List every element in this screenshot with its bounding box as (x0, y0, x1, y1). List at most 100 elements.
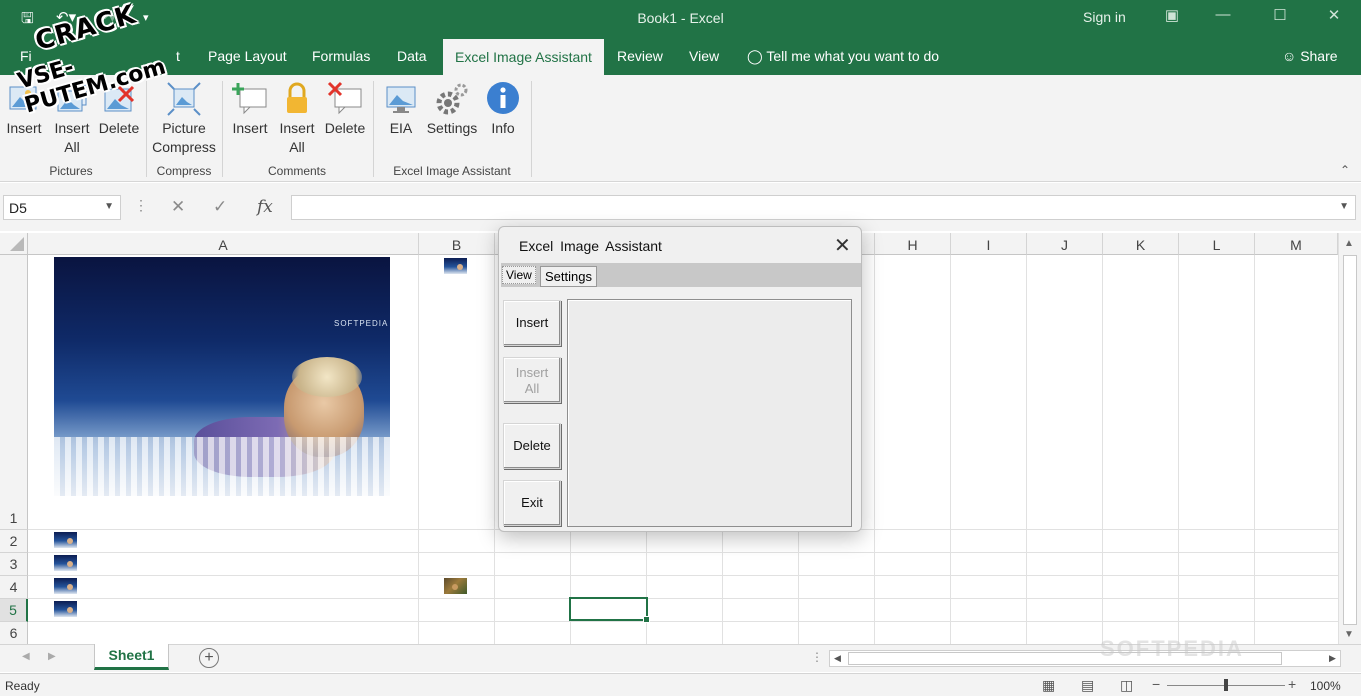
delete-comment-icon (327, 81, 363, 117)
dialog-close-icon[interactable]: ✕ (834, 233, 851, 258)
eia-label: EIA (389, 120, 413, 136)
zoom-out-icon[interactable]: − (1152, 676, 1160, 692)
row-header-5[interactable]: 5 (0, 599, 28, 622)
row-header-3[interactable]: 3 (0, 553, 28, 576)
settings-label: Settings (426, 120, 478, 136)
page-break-preview-icon[interactable]: ◫ (1120, 677, 1133, 694)
comments-insert-button[interactable]: Insert (229, 81, 271, 138)
tell-me-search[interactable]: ◯ Tell me what you want to do (747, 48, 939, 65)
picture-thumbnail[interactable] (444, 258, 467, 274)
sign-in-link[interactable]: Sign in (1083, 9, 1126, 25)
column-header-b[interactable]: B (419, 233, 495, 255)
zoom-slider-thumb[interactable] (1224, 679, 1228, 691)
add-sheet-icon[interactable]: + (199, 648, 219, 668)
collapse-ribbon-icon[interactable]: ⌃ (1340, 163, 1350, 177)
column-header-a[interactable]: A (28, 233, 419, 255)
page-layout-view-icon[interactable]: ▤ (1081, 677, 1094, 694)
gridline (418, 255, 419, 644)
column-header-l[interactable]: L (1179, 233, 1255, 255)
dialog-tab-view[interactable]: View (502, 266, 536, 284)
selected-cell-d5[interactable] (569, 597, 650, 623)
ribbon: Insert Insert All Delete Pictures Pictur… (0, 75, 1361, 182)
gridline (1102, 255, 1103, 644)
pictures-insert-label: Insert (6, 120, 42, 136)
cancel-entry-icon[interactable]: ✕ (171, 197, 185, 217)
comments-insert-all-button[interactable]: Insert All (277, 81, 317, 157)
picture-thumbnail[interactable] (54, 601, 77, 617)
split-handle-icon[interactable]: ⋮ (811, 650, 823, 664)
scroll-sheets-left-icon[interactable]: ◀ (22, 651, 30, 662)
formula-input[interactable]: ▼ (291, 195, 1356, 220)
gear-icon (434, 81, 470, 117)
sheet-tab-sheet1[interactable]: Sheet1 (94, 644, 169, 670)
tab-excel-image-assistant[interactable]: Excel Image Assistant (443, 39, 604, 75)
gridline (874, 255, 875, 644)
picture-thumbnail[interactable] (54, 532, 77, 548)
dialog-delete-button[interactable]: Delete (503, 423, 561, 469)
scrollbar-thumb[interactable] (1343, 255, 1357, 625)
close-icon[interactable]: ✕ (1319, 6, 1349, 24)
info-button[interactable]: Info (485, 81, 521, 138)
tab-data[interactable]: Data (397, 48, 427, 64)
comments-delete-label: Delete (324, 120, 366, 136)
lock-icon (279, 81, 315, 117)
column-header-k[interactable]: K (1103, 233, 1179, 255)
row-header-1[interactable]: 1 (0, 255, 28, 530)
dialog-picture-list[interactable] (567, 299, 852, 527)
settings-button[interactable]: Settings (424, 81, 480, 138)
group-label-pictures: Pictures (49, 164, 93, 178)
scroll-sheets-right-icon[interactable]: ▶ (48, 651, 56, 662)
maximize-icon[interactable]: ☐ (1265, 6, 1295, 24)
ribbon-display-options-icon[interactable]: ▣ (1157, 6, 1187, 24)
compress-picture-icon (166, 81, 202, 117)
column-header-h[interactable]: H (875, 233, 951, 255)
scroll-up-icon[interactable]: ▲ (1344, 238, 1354, 249)
dialog-tab-settings[interactable]: Settings (540, 266, 597, 287)
vertical-scrollbar[interactable]: ▲ ▼ (1338, 233, 1361, 644)
normal-view-icon[interactable]: ▦ (1042, 677, 1055, 694)
insert-function-icon[interactable]: fx (257, 197, 273, 217)
expand-formula-bar-icon[interactable]: ▼ (1339, 201, 1349, 212)
info-label: Info (491, 120, 515, 136)
row-header-6[interactable]: 6 (0, 622, 28, 644)
dialog-insert-all-button[interactable]: Insert All (503, 357, 561, 403)
column-header-j[interactable]: J (1027, 233, 1103, 255)
name-box[interactable]: D5 ▼ (3, 195, 121, 220)
picture-thumbnail[interactable] (54, 555, 77, 571)
scroll-down-icon[interactable]: ▼ (1344, 629, 1354, 640)
dialog-insert-button[interactable]: Insert (503, 300, 561, 346)
confirm-entry-icon[interactable]: ✓ (213, 197, 227, 217)
pictures-insert-all-label: Insert All (54, 120, 90, 155)
picture-compress-button[interactable]: Picture Compress (150, 81, 218, 157)
tab-page-layout[interactable]: Page Layout (208, 48, 287, 64)
zoom-level[interactable]: 100% (1310, 679, 1341, 693)
picture-thumbnail[interactable] (54, 578, 77, 594)
select-all-corner[interactable] (0, 233, 28, 255)
tab-formulas[interactable]: Formulas (312, 48, 370, 64)
comments-delete-button[interactable]: Delete (322, 81, 368, 138)
inserted-picture-large[interactable]: SOFTPEDIA (54, 257, 390, 496)
horizontal-scrollbar[interactable]: ◀ ▶ (829, 650, 1341, 667)
title-bar: 🖫 ↶▾ ↷▾ ▾ Book1 - Excel Sign in ▣ — ☐ ✕ (0, 0, 1361, 36)
chevron-down-icon[interactable]: ▼ (104, 201, 114, 212)
minimize-icon[interactable]: — (1208, 6, 1238, 23)
dialog-exit-button[interactable]: Exit (503, 480, 561, 526)
group-separator (222, 81, 223, 177)
pictures-delete-label: Delete (98, 120, 140, 136)
eia-button[interactable]: EIA (381, 81, 421, 138)
row-header-2[interactable]: 2 (0, 530, 28, 553)
row-header-4[interactable]: 4 (0, 576, 28, 599)
tab-review[interactable]: Review (617, 48, 663, 64)
scroll-left-icon[interactable]: ◀ (834, 653, 841, 664)
picture-thumbnail[interactable] (444, 578, 467, 594)
column-header-m[interactable]: M (1255, 233, 1338, 255)
scroll-right-icon[interactable]: ▶ (1329, 653, 1336, 664)
tab-view[interactable]: View (689, 48, 719, 64)
column-header-i[interactable]: I (951, 233, 1027, 255)
zoom-in-icon[interactable]: + (1288, 676, 1296, 692)
formula-bar: D5 ▼ ⋮ ✕ ✓ fx ▼ (0, 183, 1361, 231)
group-label-compress: Compress (156, 164, 212, 178)
picture-brand-text: SOFTPEDIA (334, 319, 389, 328)
share-button[interactable]: ☺ Share (1282, 48, 1338, 64)
lightbulb-icon: ◯ (747, 48, 763, 64)
